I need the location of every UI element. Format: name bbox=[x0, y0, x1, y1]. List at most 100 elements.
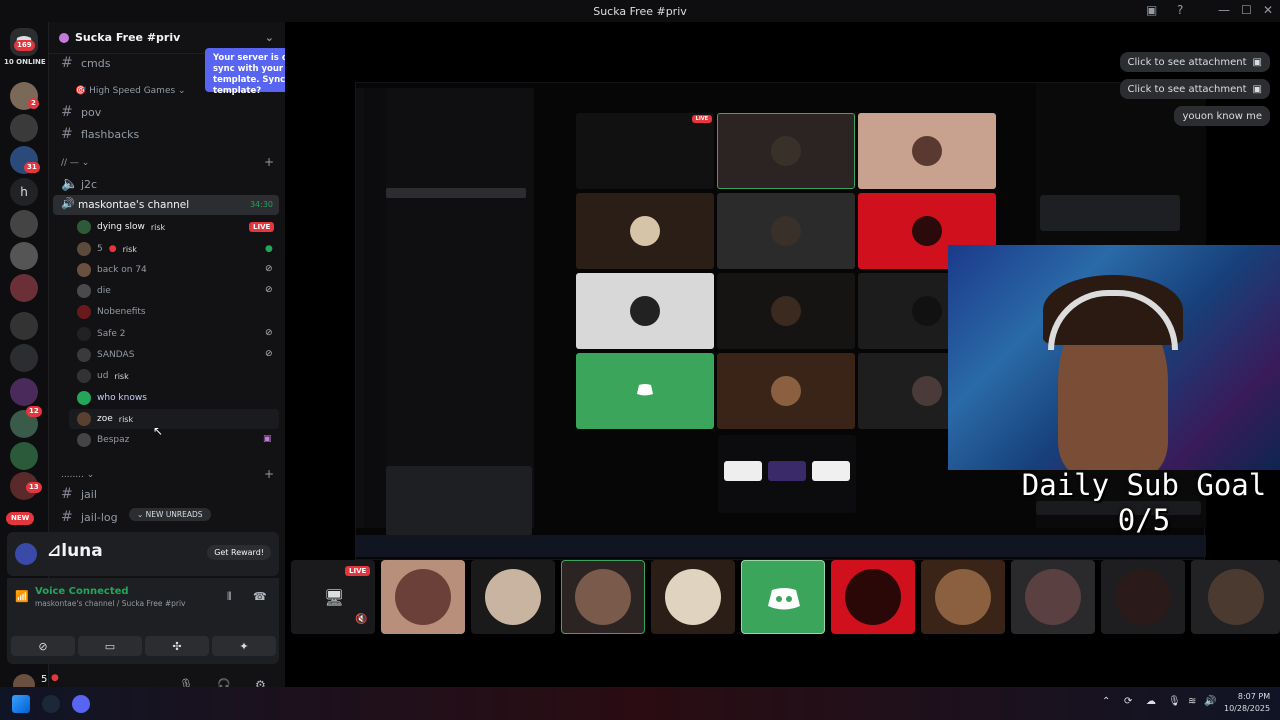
participant-tile[interactable] bbox=[561, 560, 645, 634]
channel-flashbacks[interactable]: # flashbacks bbox=[61, 126, 139, 142]
luna-logo-icon bbox=[15, 543, 37, 565]
muted-icon: ⊘ bbox=[265, 285, 273, 295]
video-tile-discord[interactable] bbox=[576, 353, 714, 429]
camera-off-button[interactable]: ⊘ bbox=[11, 636, 75, 656]
clock[interactable]: 8:07 PM 10/28/2025 bbox=[1224, 691, 1270, 715]
microphone-tray-icon[interactable]: 🎙 bbox=[1168, 696, 1181, 707]
channel-j2c[interactable]: 🔈 j2c bbox=[61, 176, 97, 192]
video-tile[interactable] bbox=[576, 193, 714, 269]
server-icon[interactable] bbox=[10, 378, 38, 406]
noise-suppression-icon[interactable]: ⫴ bbox=[227, 590, 232, 604]
participant-tile[interactable] bbox=[1011, 560, 1095, 634]
signal-icon[interactable]: 📶 bbox=[15, 590, 29, 603]
avatar bbox=[630, 296, 660, 326]
disconnect-icon[interactable]: ☎ bbox=[253, 590, 267, 603]
voice-location[interactable]: maskontae's channel / Sucka Free #priv bbox=[35, 599, 185, 608]
channel-label: j2c bbox=[81, 177, 98, 191]
participant-tile[interactable] bbox=[921, 560, 1005, 634]
server-icon[interactable] bbox=[10, 312, 38, 340]
voice-user[interactable]: zoe risk bbox=[77, 410, 133, 428]
channel-jail-log[interactable]: # jail-log bbox=[61, 509, 118, 525]
steam-icon[interactable] bbox=[42, 695, 60, 713]
minimize-button[interactable]: — bbox=[1218, 3, 1230, 17]
hash-icon: # bbox=[61, 104, 73, 120]
tray-chevron-icon[interactable]: ⌃ bbox=[1102, 696, 1110, 707]
cloud-icon[interactable]: ☁ bbox=[1146, 696, 1156, 707]
voice-user[interactable]: 5 ● risk bbox=[77, 240, 137, 258]
video-tile[interactable] bbox=[858, 113, 996, 189]
video-tile[interactable] bbox=[717, 273, 855, 349]
voice-user[interactable]: Nobenefits bbox=[77, 303, 146, 321]
username: 5 bbox=[41, 674, 48, 685]
close-button[interactable]: ✕ bbox=[1263, 3, 1273, 17]
add-channel-icon[interactable]: + bbox=[264, 155, 274, 169]
windows-start-icon[interactable] bbox=[12, 695, 30, 713]
voice-user[interactable]: Bespaz bbox=[77, 431, 129, 449]
voice-user-name: SANDAS bbox=[97, 350, 135, 360]
activities-button[interactable]: ✣ bbox=[145, 636, 209, 656]
attachment-pill[interactable]: Click to see attachment ▣ bbox=[1119, 52, 1270, 72]
inbox-icon[interactable]: ▣ bbox=[1146, 3, 1157, 17]
voice-user[interactable]: dying slow risk bbox=[77, 218, 165, 236]
video-tile[interactable] bbox=[717, 353, 855, 429]
voice-user-name: 5 bbox=[97, 244, 103, 254]
maximize-button[interactable]: ☐ bbox=[1241, 3, 1252, 17]
voice-user-name: Nobenefits bbox=[97, 307, 146, 317]
new-servers-badge[interactable]: NEW bbox=[6, 512, 35, 525]
video-tile[interactable] bbox=[717, 193, 855, 269]
server-icon[interactable] bbox=[10, 344, 38, 372]
video-tile[interactable] bbox=[717, 113, 855, 189]
wifi-icon[interactable]: ≋ bbox=[1188, 696, 1196, 707]
channel-cmds[interactable]: # cmds bbox=[61, 55, 110, 71]
new-unreads-pill[interactable]: ⌄ NEW UNREADS bbox=[129, 508, 211, 521]
voice-channel-active[interactable]: 🔊 maskontae's channel 34:30 bbox=[53, 195, 279, 215]
participant-tile[interactable] bbox=[651, 560, 735, 634]
add-channel-icon[interactable]: + bbox=[264, 467, 274, 481]
attachment-pill[interactable]: Click to see attachment ▣ bbox=[1119, 79, 1270, 99]
channel-pov[interactable]: # pov bbox=[61, 104, 101, 120]
category-misc[interactable]: // — ⌄ bbox=[61, 158, 89, 168]
participant-tile[interactable] bbox=[381, 560, 465, 634]
participant-tile[interactable] bbox=[471, 560, 555, 634]
discord-taskbar-icon[interactable] bbox=[72, 695, 90, 713]
server-icon-h[interactable]: h bbox=[10, 178, 38, 206]
screen-share-button[interactable]: ▭ bbox=[78, 636, 142, 656]
participant-tile[interactable] bbox=[831, 560, 915, 634]
server-icon[interactable] bbox=[10, 242, 38, 270]
server-icon[interactable] bbox=[10, 442, 38, 470]
avatar bbox=[575, 569, 631, 625]
voice-user[interactable]: SANDAS bbox=[77, 346, 134, 364]
video-tile[interactable] bbox=[576, 273, 714, 349]
server-icon[interactable] bbox=[10, 114, 38, 142]
luna-promo[interactable]: ⊿luna Get Reward! bbox=[7, 532, 279, 576]
video-tile[interactable]: LIVE bbox=[576, 113, 714, 189]
avatar bbox=[395, 569, 451, 625]
participant-tile-stream[interactable]: LIVE 🖥 🔇 bbox=[291, 560, 375, 634]
chevron-down-icon[interactable]: ⌄ bbox=[265, 31, 274, 44]
avatar bbox=[77, 263, 91, 277]
help-icon[interactable]: ? bbox=[1177, 3, 1183, 17]
voice-user[interactable]: ud risk bbox=[77, 367, 129, 385]
tray-app-icon[interactable]: ⟳ bbox=[1124, 696, 1132, 707]
server-badge: 12 bbox=[26, 406, 42, 417]
server-icon[interactable] bbox=[10, 274, 38, 302]
participant-tile[interactable] bbox=[1191, 560, 1280, 634]
participant-tile[interactable] bbox=[1101, 560, 1185, 634]
participant-tile-discord[interactable] bbox=[741, 560, 825, 634]
voice-user[interactable]: Safe 2 bbox=[77, 325, 126, 343]
avatar bbox=[912, 376, 942, 406]
voice-user[interactable]: back on 74 bbox=[77, 261, 147, 279]
voice-user-name: back on 74 bbox=[97, 265, 147, 275]
clock-date: 10/28/2025 bbox=[1224, 704, 1271, 713]
voice-user[interactable]: die bbox=[77, 282, 111, 300]
chat-message-pill[interactable]: youon know me bbox=[1174, 106, 1270, 126]
category-collapsed[interactable]: ........ ⌄ bbox=[61, 470, 94, 480]
avatar bbox=[912, 296, 942, 326]
channel-jail[interactable]: # jail bbox=[61, 486, 97, 502]
get-reward-button[interactable]: Get Reward! bbox=[207, 545, 271, 560]
volume-icon[interactable]: 🔊 bbox=[1204, 696, 1216, 707]
category-high-speed-games[interactable]: 🎯 High Speed Games ⌄ bbox=[75, 86, 186, 96]
server-icon[interactable] bbox=[10, 210, 38, 238]
soundboard-button[interactable]: ✦ bbox=[212, 636, 276, 656]
voice-user[interactable]: who knows bbox=[77, 389, 147, 407]
